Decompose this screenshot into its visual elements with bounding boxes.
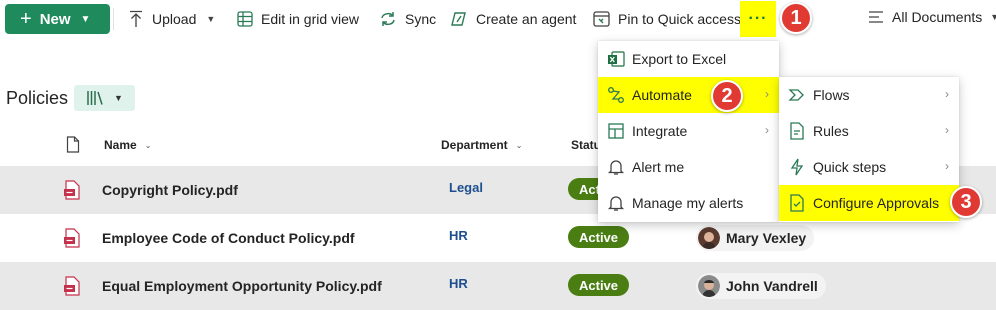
flows-icon <box>788 89 804 101</box>
create-agent-button[interactable]: Create an agent <box>450 9 576 29</box>
excel-icon <box>608 51 625 67</box>
upload-icon <box>130 10 142 27</box>
file-name[interactable]: Equal Employment Opportunity Policy.pdf <box>102 278 382 294</box>
upload-label: Upload <box>152 11 197 27</box>
menu-item-label: Integrate <box>632 123 688 139</box>
chevron-right-icon: › <box>945 123 949 137</box>
pin-quick-access-button[interactable]: Pin to Quick access <box>593 9 741 29</box>
edit-grid-button[interactable]: Edit in grid view <box>237 9 359 29</box>
column-header-department[interactable]: Department ⌄ <box>441 138 522 152</box>
column-header-name[interactable]: Name ⌄ <box>104 138 151 152</box>
plus-icon: + <box>20 8 32 30</box>
sync-icon <box>381 12 395 26</box>
menu-item-rules[interactable]: Rules › <box>779 113 959 149</box>
menu-item-manage-alerts[interactable]: Manage my alerts <box>598 185 779 221</box>
pdf-file-icon <box>64 180 80 200</box>
status-badge: Active <box>568 226 630 248</box>
person-name: Mary Vexley <box>726 230 807 246</box>
step-marker-1: 1 <box>780 2 812 34</box>
chevron-down-icon: ⌄ <box>144 140 152 150</box>
menu-item-label: Rules <box>813 123 849 139</box>
integrate-icon <box>608 123 624 139</box>
rules-icon <box>790 122 804 140</box>
menu-item-configure-approvals[interactable]: Configure Approvals <box>779 185 959 221</box>
approvals-icon <box>790 194 804 212</box>
automate-submenu: Flows › Rules › Quick steps › Configure … <box>779 77 959 222</box>
sync-label: Sync <box>405 11 437 27</box>
department-value[interactable]: HR <box>449 276 468 291</box>
chevron-right-icon: › <box>945 159 949 173</box>
chevron-right-icon: › <box>765 87 769 101</box>
new-label: New <box>39 10 71 28</box>
document-icon <box>66 136 80 153</box>
menu-item-label: Alert me <box>632 159 685 175</box>
menu-item-label: Quick steps <box>813 159 887 175</box>
department-value[interactable]: Legal <box>449 180 483 195</box>
command-bar: + New ▼ Upload ▼ Edit in grid view Sync … <box>0 0 996 38</box>
chevron-down-icon: ▼ <box>990 12 996 22</box>
view-label: All Documents <box>892 9 983 25</box>
automate-icon <box>608 87 624 103</box>
view-selector[interactable]: All Documents ▼ <box>868 9 996 25</box>
divider <box>113 8 114 30</box>
grid-icon <box>237 11 253 27</box>
pin-icon <box>593 11 610 27</box>
column-status-label: Statu <box>571 138 601 152</box>
menu-item-quick-steps[interactable]: Quick steps › <box>779 149 959 185</box>
upload-button[interactable]: Upload ▼ <box>128 9 215 29</box>
chevron-down-icon: ▼ <box>206 14 216 24</box>
person-chip[interactable]: Mary Vexley <box>696 225 815 251</box>
pin-label: Pin to Quick access <box>618 11 741 27</box>
chevron-right-icon: › <box>945 87 949 101</box>
step-marker-2: 2 <box>711 80 743 112</box>
step-marker-3: 3 <box>950 186 982 218</box>
column-department-label: Department <box>441 138 508 152</box>
overflow-menu: Export to Excel Automate › Integrate › A… <box>598 41 779 222</box>
status-badge: Active <box>568 274 630 296</box>
person-name: John Vandrell <box>726 278 818 294</box>
bell-settings-icon <box>607 196 625 211</box>
new-button[interactable]: + New ▼ <box>5 4 110 34</box>
pdf-file-icon <box>64 228 80 248</box>
bell-icon <box>607 160 625 175</box>
sync-button[interactable]: Sync <box>379 9 436 29</box>
chevron-down-icon: ▼ <box>114 93 123 103</box>
agent-icon <box>451 12 466 26</box>
edit-grid-label: Edit in grid view <box>261 11 360 27</box>
lightning-icon <box>790 158 804 176</box>
file-name[interactable]: Copyright Policy.pdf <box>102 182 238 198</box>
menu-item-label: Flows <box>813 87 850 103</box>
create-agent-label: Create an agent <box>476 11 577 27</box>
chevron-down-icon: ⌄ <box>515 140 523 150</box>
more-actions-button[interactable]: ··· <box>740 1 776 37</box>
chevron-right-icon: › <box>765 123 769 137</box>
menu-item-label: Export to Excel <box>632 51 727 67</box>
menu-item-flows[interactable]: Flows › <box>779 77 959 113</box>
page-title: Policies <box>6 88 69 108</box>
menu-item-label: Automate <box>632 87 692 103</box>
more-icon: ··· <box>748 10 768 27</box>
menu-item-label: Configure Approvals <box>813 195 940 211</box>
avatar <box>698 227 720 249</box>
menu-item-alert-me[interactable]: Alert me <box>598 149 779 185</box>
avatar <box>698 275 720 297</box>
menu-item-label: Manage my alerts <box>632 195 744 211</box>
chevron-down-icon: ▼ <box>80 13 91 25</box>
column-header-status[interactable]: Statu <box>571 138 601 152</box>
person-chip[interactable]: John Vandrell <box>696 273 826 299</box>
library-view-button[interactable]: ▼ <box>74 85 135 111</box>
file-name[interactable]: Employee Code of Conduct Policy.pdf <box>102 230 355 246</box>
column-name-label: Name <box>104 138 137 152</box>
menu-item-automate[interactable]: Automate › <box>598 77 779 113</box>
menu-item-integrate[interactable]: Integrate › <box>598 113 779 149</box>
view-options-icon <box>869 11 883 23</box>
menu-item-export-excel[interactable]: Export to Excel <box>598 41 779 77</box>
file-type-header[interactable] <box>66 136 80 153</box>
department-value[interactable]: HR <box>449 228 468 243</box>
pdf-file-icon <box>64 276 80 296</box>
table-row[interactable]: Equal Employment Opportunity Policy.pdf … <box>0 262 996 310</box>
library-icon <box>87 91 103 105</box>
